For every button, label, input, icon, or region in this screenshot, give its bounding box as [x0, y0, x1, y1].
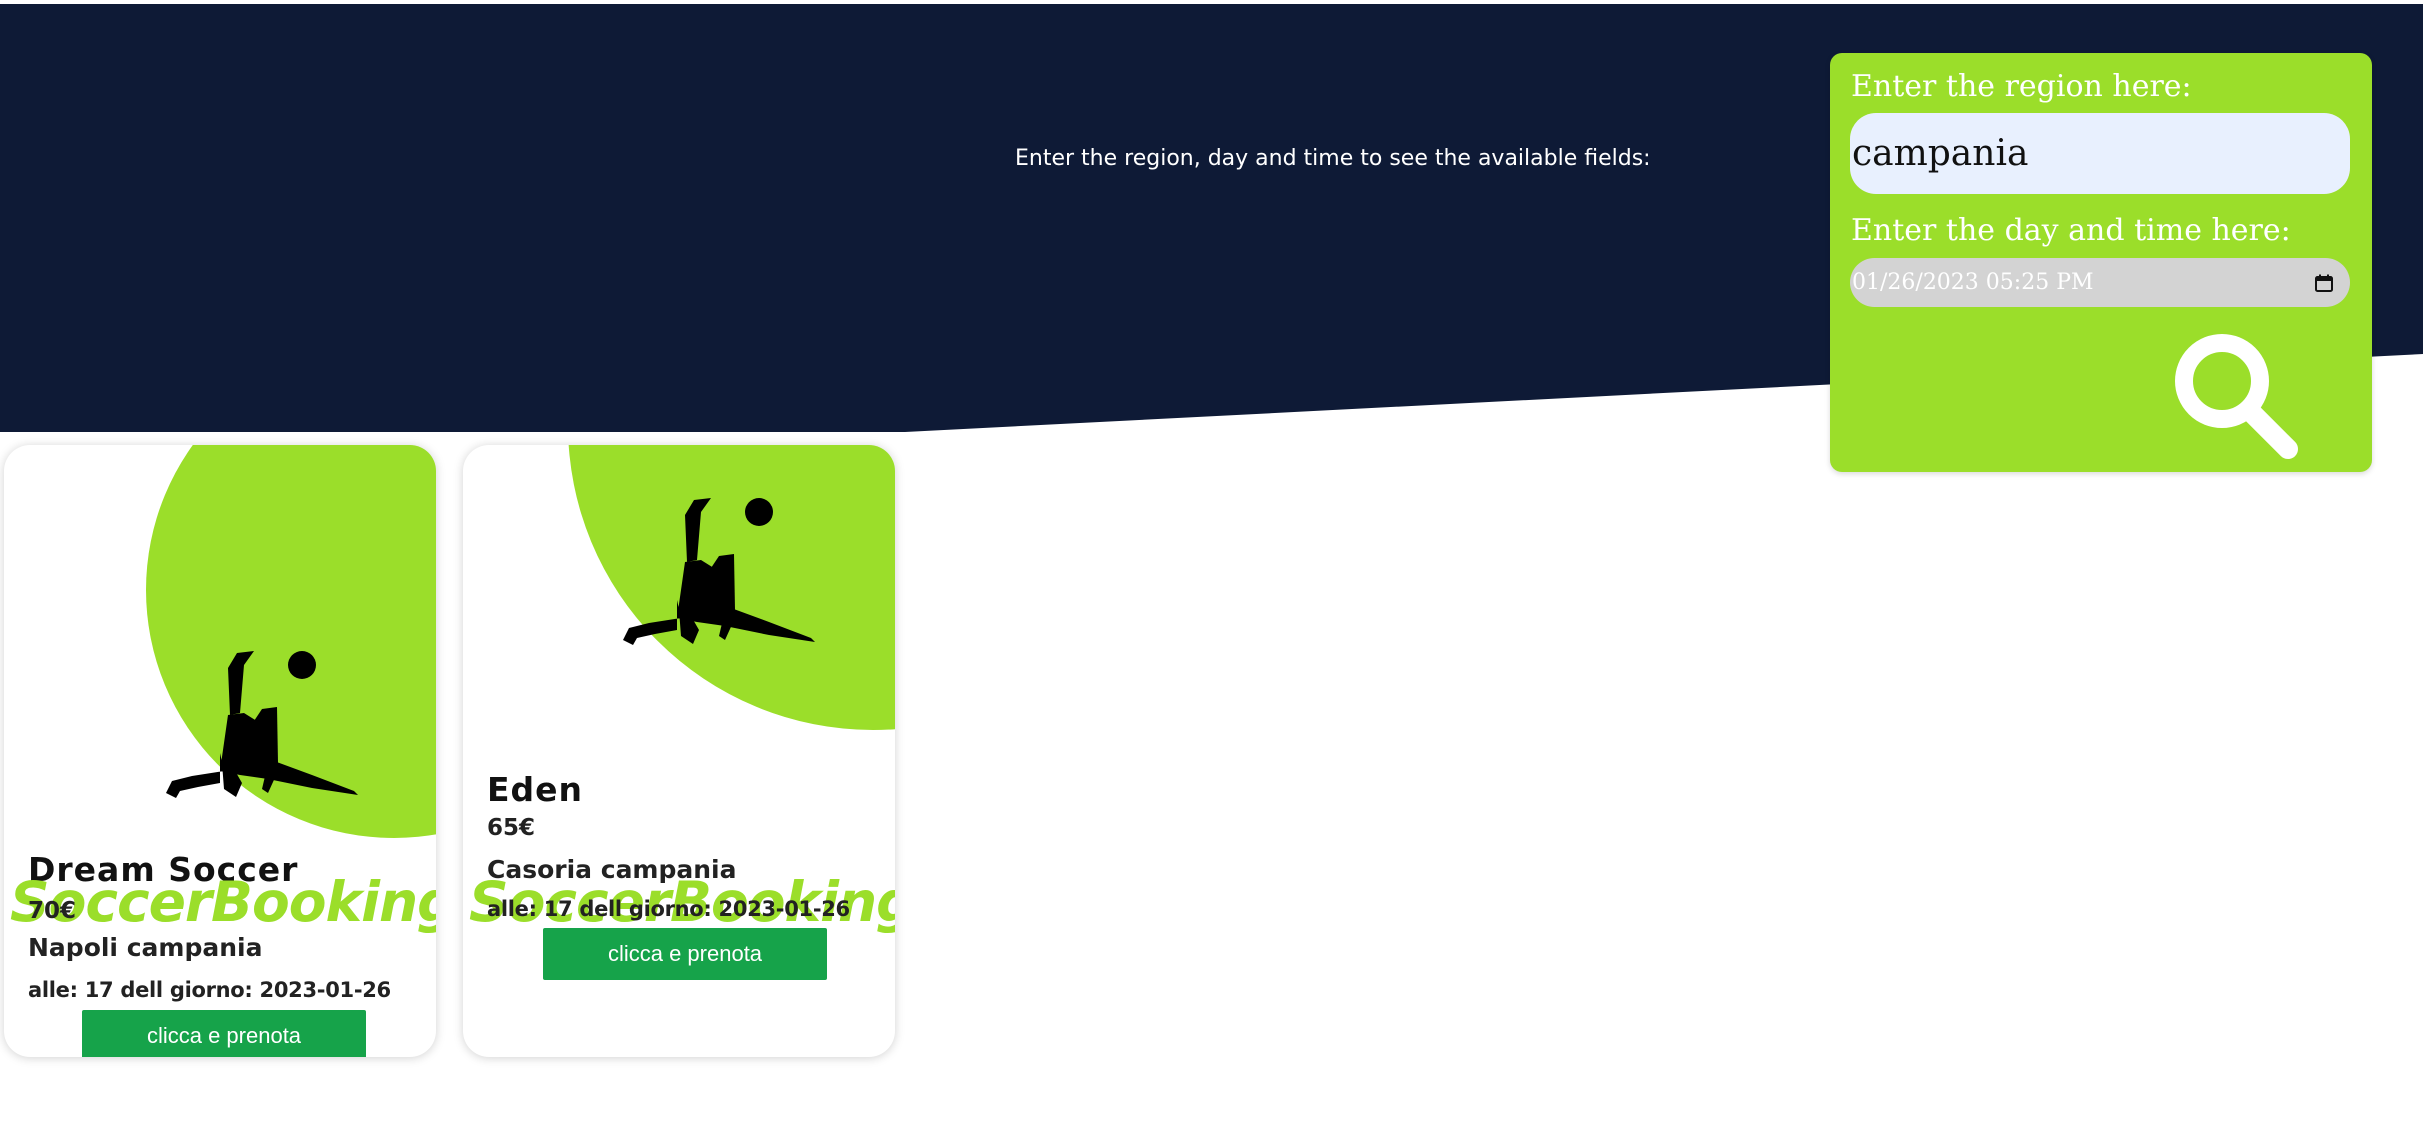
search-icon[interactable]	[2170, 329, 2300, 459]
region-label: Enter the region here:	[1851, 69, 2192, 104]
field-card: Eden 65€ Casoria campania SoccerBooking …	[463, 445, 895, 1057]
region-input[interactable]	[1850, 113, 2350, 194]
field-datetime: alle: 17 dell giorno: 2023-01-26	[487, 897, 850, 921]
card-illustration	[146, 445, 436, 838]
search-panel: Enter the region here: Enter the day and…	[1830, 53, 2372, 472]
field-price: 70€	[28, 898, 77, 924]
field-datetime: alle: 17 dell giorno: 2023-01-26	[28, 978, 391, 1002]
datetime-input[interactable]: 01/26/2023 05:25 PM	[1850, 258, 2350, 307]
field-name: Eden	[487, 770, 584, 809]
field-location: Napoli campania	[28, 933, 263, 962]
datetime-value: 01/26/2023 05:25 PM	[1852, 270, 2094, 295]
book-button[interactable]: clicca e prenota	[82, 1010, 366, 1057]
field-price: 65€	[487, 815, 536, 841]
page: Enter the region, day and time to see th…	[0, 0, 2423, 1142]
calendar-icon[interactable]	[2314, 273, 2334, 293]
datetime-label: Enter the day and time here:	[1851, 213, 2291, 248]
book-button[interactable]: clicca e prenota	[543, 928, 827, 980]
field-card: Dream Soccer SoccerBooking 70€ Napoli ca…	[4, 445, 436, 1057]
header-instruction: Enter the region, day and time to see th…	[1015, 146, 1651, 171]
